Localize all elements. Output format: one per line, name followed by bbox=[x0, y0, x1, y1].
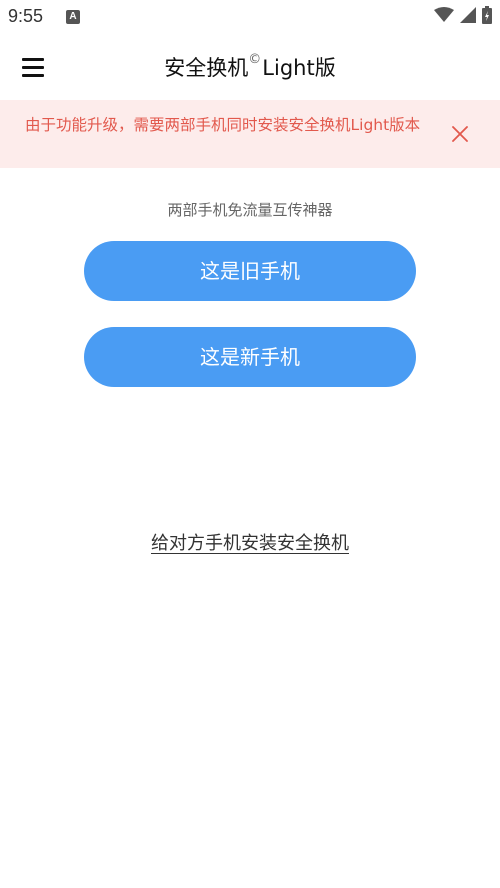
status-time: 9:55 bbox=[8, 6, 44, 26]
old-phone-button[interactable]: 这是旧手机 bbox=[84, 241, 416, 301]
new-phone-button[interactable]: 这是新手机 bbox=[84, 327, 416, 387]
signal-icon bbox=[460, 7, 476, 23]
subtitle: 两部手机免流量互传神器 bbox=[167, 201, 333, 219]
page-title: 安全换机©Light版 bbox=[0, 52, 500, 82]
install-link-container: 给对方手机安装安全换机 bbox=[0, 529, 500, 555]
wifi-icon bbox=[434, 7, 454, 22]
close-icon[interactable] bbox=[450, 124, 470, 144]
status-icons bbox=[434, 6, 492, 24]
title-suffix: Light版 bbox=[262, 56, 336, 80]
notification-icon: A bbox=[66, 10, 80, 24]
banner-message: 由于功能升级，需要两部手机同时安装安全换机Light版本 bbox=[25, 116, 421, 134]
battery-icon bbox=[482, 6, 492, 24]
upgrade-notice-banner: 由于功能升级，需要两部手机同时安装安全换机Light版本 bbox=[0, 100, 500, 168]
app-bar: 安全换机©Light版 bbox=[0, 34, 500, 100]
copyright-mark: © bbox=[248, 52, 262, 67]
status-bar: 9:55 A bbox=[0, 0, 500, 34]
install-for-other-phone-link[interactable]: 给对方手机安装安全换机 bbox=[151, 533, 349, 554]
title-prefix: 安全换机 bbox=[164, 56, 249, 80]
